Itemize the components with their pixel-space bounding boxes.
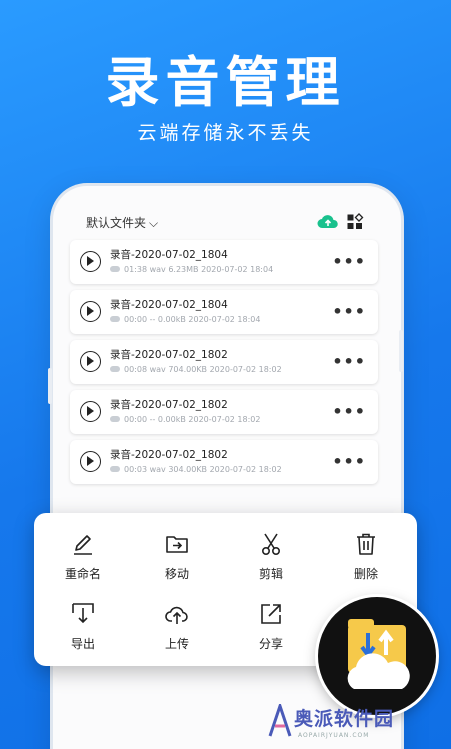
rename-label: 重命名 <box>64 567 101 581</box>
phone-side-button <box>48 368 52 404</box>
share-icon <box>261 604 281 624</box>
recording-name: 录音-2020-07-02_1804 <box>110 249 228 261</box>
clip-label: 剪辑 <box>258 567 283 581</box>
chevron-down-icon: ⌵ <box>149 216 159 230</box>
more-options-icon[interactable]: ••• <box>332 452 366 471</box>
recording-name: 录音-2020-07-02_1804 <box>110 299 228 311</box>
play-icon[interactable] <box>80 401 101 422</box>
cloud-icon <box>110 316 120 322</box>
share-button[interactable]: 分享 <box>226 601 316 652</box>
export-icon <box>72 603 94 624</box>
watermark-subtext: AOPAIRJYUAN.COM <box>298 732 370 739</box>
recording-name: 录音-2020-07-02_1802 <box>110 449 228 461</box>
hero-subtitle: 云端存储永不丢失 <box>137 122 314 144</box>
cloud-upload-icon[interactable] <box>317 213 339 231</box>
app-logo <box>318 597 436 715</box>
delete-button[interactable]: 删除 <box>321 531 411 582</box>
watermark-logo-icon <box>268 704 292 737</box>
recording-name: 录音-2020-07-02_1802 <box>110 399 228 411</box>
list-item[interactable]: 录音-2020-07-02_1804 01:38 wav 6.23MB 2020… <box>70 240 378 284</box>
upload-label: 上传 <box>164 637 189 651</box>
cloud-transfer-icon <box>347 619 410 689</box>
rename-button[interactable]: 重命名 <box>38 531 128 582</box>
folder-selector[interactable]: 默认文件夹 ⌵ <box>86 214 158 231</box>
folder-move-icon <box>166 536 188 553</box>
cloud-icon <box>110 366 120 372</box>
delete-label: 删除 <box>353 567 378 581</box>
watermark-text: 奥派软件园 <box>294 708 395 730</box>
scissors-icon <box>262 533 281 555</box>
watermark: 奥派软件园 AOPAIRJYUAN.COM <box>268 702 448 746</box>
more-options-icon[interactable]: ••• <box>332 352 366 371</box>
export-button[interactable]: 导出 <box>38 601 128 652</box>
recording-name: 录音-2020-07-02_1802 <box>110 349 228 361</box>
more-options-icon[interactable]: ••• <box>332 302 366 321</box>
move-label: 移动 <box>164 567 189 581</box>
recording-list: 录音-2020-07-02_1804 01:38 wav 6.23MB 2020… <box>70 240 378 490</box>
more-options-icon[interactable]: ••• <box>332 402 366 421</box>
recording-meta: 00:00 -- 0.00kB 2020-07-02 18:04 <box>110 315 260 324</box>
more-options-icon[interactable]: ••• <box>332 252 366 271</box>
list-item[interactable]: 录音-2020-07-02_1802 00:00 -- 0.00kB 2020-… <box>70 390 378 434</box>
move-button[interactable]: 移动 <box>132 531 222 582</box>
play-icon[interactable] <box>80 251 101 272</box>
trash-icon <box>357 533 375 555</box>
list-item[interactable]: 录音-2020-07-02_1804 00:00 -- 0.00kB 2020-… <box>70 290 378 334</box>
cloud-icon <box>110 416 120 422</box>
cloud-upload-icon <box>165 606 188 624</box>
cloud-icon <box>110 466 120 472</box>
grid-icon[interactable] <box>346 213 364 231</box>
recording-meta: 01:38 wav 6.23MB 2020-07-02 18:04 <box>110 265 273 274</box>
toolbar: 默认文件夹 ⌵ <box>86 210 370 236</box>
clip-button[interactable]: 剪辑 <box>226 531 316 582</box>
play-icon[interactable] <box>80 301 101 322</box>
cloud-icon <box>110 266 120 272</box>
play-icon[interactable] <box>80 451 101 472</box>
hero-title: 录音管理 <box>105 51 346 114</box>
play-icon[interactable] <box>80 351 101 372</box>
pencil-icon <box>74 535 92 555</box>
share-label: 分享 <box>258 637 283 651</box>
recording-meta: 00:03 wav 304.00KB 2020-07-02 18:02 <box>110 465 282 474</box>
phone-side-button <box>399 330 403 372</box>
recording-meta: 00:00 -- 0.00kB 2020-07-02 18:02 <box>110 415 260 424</box>
list-item[interactable]: 录音-2020-07-02_1802 00:03 wav 304.00KB 20… <box>70 440 378 484</box>
list-item[interactable]: 录音-2020-07-02_1802 00:08 wav 704.00KB 20… <box>70 340 378 384</box>
folder-label: 默认文件夹 <box>86 216 147 230</box>
export-label: 导出 <box>70 637 95 651</box>
upload-button[interactable]: 上传 <box>132 601 222 652</box>
recording-meta: 00:08 wav 704.00KB 2020-07-02 18:02 <box>110 365 282 374</box>
